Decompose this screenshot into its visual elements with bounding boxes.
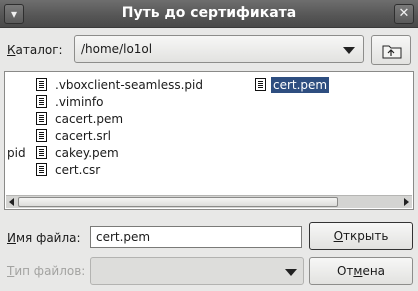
folder-up-icon — [382, 45, 402, 59]
window-title: Путь до сертификата — [121, 5, 297, 21]
file-icon — [36, 95, 47, 108]
file-name: cert.csr — [55, 163, 101, 177]
truncated-filename-fragment: pid — [7, 146, 26, 160]
filename-label-rest: мя файла: — [15, 231, 81, 245]
horizontal-scrollbar[interactable] — [6, 195, 412, 208]
file-list-item[interactable]: cert.pem — [255, 77, 330, 93]
catalog-label: Каталог: — [7, 43, 63, 57]
filetype-label-rest: ип файлов: — [14, 264, 86, 278]
filename-input[interactable]: cert.pem — [90, 226, 302, 248]
file-list-item[interactable]: cacert.srl — [36, 128, 113, 144]
filename-label-accel: И — [7, 231, 16, 245]
catalog-label-rest: аталог: — [15, 43, 63, 57]
catalog-label-accel: К — [7, 43, 16, 57]
file-list-item[interactable]: cacert.pem — [36, 111, 125, 127]
file-name: cakey.pem — [55, 146, 119, 160]
file-dialog-window: ▾ Путь до сертификата ✕ Каталог: /home/l… — [0, 0, 418, 291]
file-name: cert.pem — [271, 77, 330, 93]
file-list-item[interactable]: cakey.pem — [36, 145, 121, 161]
file-icon — [36, 146, 47, 159]
parent-folder-button[interactable] — [371, 35, 411, 65]
filename-label: Имя файла: — [7, 231, 81, 245]
file-icon — [36, 78, 47, 91]
scroll-left-arrow-icon[interactable] — [9, 198, 14, 206]
file-list-item[interactable]: cert.csr — [36, 162, 102, 178]
file-name: cacert.srl — [55, 129, 111, 143]
close-icon: ✕ — [398, 6, 410, 21]
scrollbar-thumb[interactable] — [18, 197, 338, 207]
file-icon — [36, 129, 47, 142]
file-list[interactable]: .vboxclient-seamless.pid .viminfo cacert.p… — [4, 71, 414, 210]
file-list-item[interactable]: .viminfo — [36, 94, 105, 110]
file-icon — [255, 78, 266, 91]
window-close-button[interactable]: ✕ — [394, 4, 414, 24]
file-icon — [36, 163, 47, 176]
cancel-label-pre: От — [336, 264, 354, 278]
open-label-accel: О — [333, 229, 344, 243]
file-list-item[interactable]: .vboxclient-seamless.pid — [36, 77, 205, 93]
dropdown-arrow-icon — [285, 269, 297, 276]
file-name: cacert.pem — [55, 112, 124, 126]
file-name: .vboxclient-seamless.pid — [55, 78, 203, 92]
cancel-button[interactable]: Отмена — [309, 257, 413, 285]
filetype-combo[interactable] — [90, 257, 304, 285]
dropdown-arrow-icon — [343, 47, 355, 54]
cancel-label-post: ена — [362, 264, 386, 278]
open-button[interactable]: Открыть — [309, 222, 413, 250]
title-bar: ▾ Путь до сертификата ✕ — [0, 0, 418, 28]
catalog-path: /home/lo1ol — [81, 42, 153, 56]
open-label-rest: ткрыть — [343, 229, 389, 243]
file-icon — [36, 112, 47, 125]
catalog-combo[interactable]: /home/lo1ol — [74, 35, 364, 63]
filetype-label: Тип файлов: — [7, 264, 85, 278]
file-name: .viminfo — [55, 95, 104, 109]
scroll-right-arrow-icon[interactable] — [404, 198, 409, 206]
